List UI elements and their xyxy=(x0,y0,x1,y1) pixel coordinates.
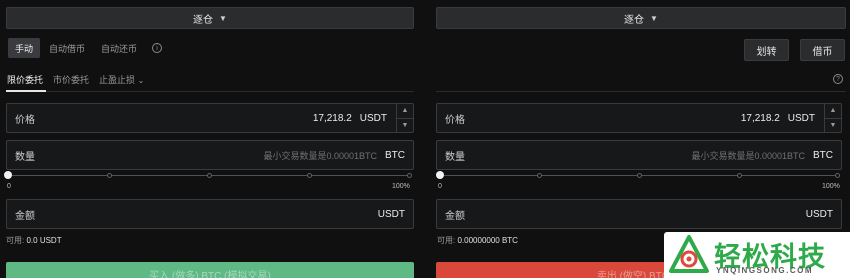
price-input-right[interactable]: 价格 17,218.2 USDT ▲ ▼ xyxy=(436,103,842,133)
slider-min-label: 0 xyxy=(7,183,11,190)
quantity-input-right[interactable]: 数量 最小交易数量是0.00001BTC BTC xyxy=(436,140,842,170)
price-stepper: ▲ ▼ xyxy=(824,104,841,132)
tab-stop-order[interactable]: 止盈止损 ⌄ xyxy=(99,73,144,86)
amount-input-right[interactable]: 金额 USDT xyxy=(436,199,842,229)
slider-step[interactable] xyxy=(307,173,312,178)
price-stepper: ▲ ▼ xyxy=(396,104,413,132)
decrement-icon[interactable]: ▼ xyxy=(397,117,413,133)
quantity-unit: BTC xyxy=(813,149,833,161)
watermark-url: YNQINGSONG.COM xyxy=(716,266,814,275)
tab-limit-order[interactable]: 限价委托 xyxy=(7,73,43,86)
buy-long-button[interactable]: 买入 (做多) BTC (模拟交易) xyxy=(6,262,414,278)
quantity-placeholder: 最小交易数量是0.00001BTC xyxy=(691,150,805,161)
caret-down-icon: ▼ xyxy=(650,13,658,23)
quantity-label: 数量 xyxy=(445,151,465,163)
margin-mode-label: 逐仓 xyxy=(193,14,214,26)
divider xyxy=(436,91,846,92)
quantity-slider[interactable] xyxy=(4,171,412,179)
caret-down-icon: ▼ xyxy=(219,13,227,23)
slider-step[interactable] xyxy=(537,173,542,178)
chevron-down-icon: ⌄ xyxy=(137,76,145,85)
tab-manual[interactable]: 手动 xyxy=(8,38,41,58)
amount-input[interactable]: 金额 USDT xyxy=(6,199,414,229)
margin-mode-select[interactable]: 逐仓 ▼ xyxy=(6,7,414,29)
slider-step[interactable] xyxy=(737,173,742,178)
slider-step[interactable] xyxy=(407,173,412,178)
watermark: 轻松科技 YNQINGSONG.COM xyxy=(664,232,850,278)
tab-market-order[interactable]: 市价委托 xyxy=(53,73,89,86)
quantity-input[interactable]: 数量 最小交易数量是0.00001BTC BTC xyxy=(6,140,414,170)
slider-step[interactable] xyxy=(207,173,212,178)
buy-button-label: 买入 (做多) BTC (模拟交易) xyxy=(149,271,271,278)
divider xyxy=(6,91,414,92)
quantity-slider-right[interactable] xyxy=(436,171,840,179)
slider-max-label: 100% xyxy=(822,183,840,190)
info-icon[interactable]: i xyxy=(152,43,163,53)
help-icon[interactable]: ? xyxy=(833,74,843,84)
margin-mode-select-right[interactable]: 逐仓 ▼ xyxy=(436,7,846,29)
borrow-mode-tabs: 手动 自动借币 自动还币 i xyxy=(8,38,163,58)
available-balance-right: 可用: 0.00000000 BTC xyxy=(437,236,518,245)
borrow-button[interactable]: 借币 xyxy=(800,39,845,61)
quantity-placeholder: 最小交易数量是0.00001BTC xyxy=(263,150,377,161)
slider-thumb[interactable] xyxy=(4,171,12,179)
slider-step[interactable] xyxy=(835,173,840,178)
price-value: 17,218.2 xyxy=(740,112,780,124)
amount-unit: USDT xyxy=(805,208,833,220)
price-label: 价格 xyxy=(445,114,465,126)
amount-label: 金额 xyxy=(445,210,465,222)
decrement-icon[interactable]: ▼ xyxy=(825,117,841,133)
slider-thumb[interactable] xyxy=(436,171,444,179)
tab-auto-borrow[interactable]: 自动借币 xyxy=(42,38,92,58)
tab-auto-repay[interactable]: 自动还币 xyxy=(94,38,144,58)
slider-min-label: 0 xyxy=(438,183,442,190)
amount-label: 金额 xyxy=(15,210,35,222)
order-type-tabs: 限价委托 市价委托 止盈止损 ⌄ xyxy=(7,73,144,86)
quantity-label: 数量 xyxy=(15,151,35,163)
price-unit: USDT xyxy=(359,112,387,124)
price-value: 17,218.2 xyxy=(312,112,352,124)
price-unit: USDT xyxy=(787,112,815,124)
price-input[interactable]: 价格 17,218.2 USDT ▲ ▼ xyxy=(6,103,414,133)
available-balance: 可用: 0.0 USDT xyxy=(6,236,62,245)
quantity-unit: BTC xyxy=(385,149,405,161)
price-label: 价格 xyxy=(15,114,35,126)
slider-step[interactable] xyxy=(107,173,112,178)
increment-icon[interactable]: ▲ xyxy=(825,104,841,118)
active-tab-underline xyxy=(6,90,46,92)
transfer-button[interactable]: 划转 xyxy=(744,39,789,61)
slider-step[interactable] xyxy=(637,173,642,178)
increment-icon[interactable]: ▲ xyxy=(397,104,413,118)
margin-mode-label: 逐仓 xyxy=(624,14,645,26)
amount-unit: USDT xyxy=(377,208,405,220)
slider-max-label: 100% xyxy=(392,183,410,190)
logo-icon xyxy=(669,235,709,273)
